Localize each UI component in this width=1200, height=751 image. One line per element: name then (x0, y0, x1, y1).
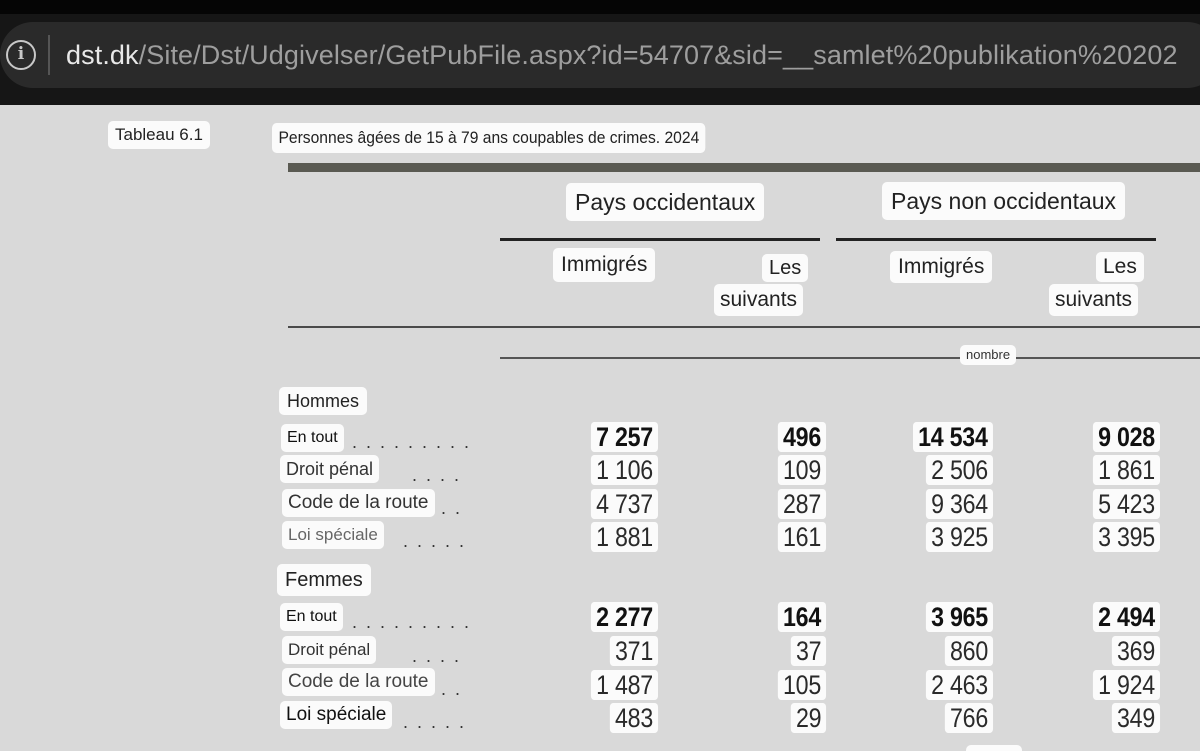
value-cell: 2 277 (590, 602, 658, 632)
value-cell: 369 (1111, 636, 1160, 666)
value-cell: 860 (944, 636, 993, 666)
leader-dots: . . (441, 679, 463, 699)
leader-dots: . . . . . . . . . (352, 612, 472, 632)
value-cell: 3 925 (925, 522, 993, 552)
subheader-les-western: Les (762, 254, 809, 282)
header-thick-rule (288, 163, 1200, 172)
value-cell: 349 (1111, 703, 1160, 733)
value-cell: 483 (609, 703, 658, 733)
subheader-immigrants-non-western: Immigrés (890, 251, 993, 283)
value-cell: 9 028 (1092, 422, 1160, 452)
cropped-label-fragment (966, 745, 1022, 751)
value-cell: 2 494 (1092, 602, 1160, 632)
row-label: Code de la route (282, 668, 435, 696)
value-cell: 1 881 (590, 522, 658, 552)
value-cell: 14 534 (913, 422, 993, 452)
row-label: Code de la route (282, 489, 435, 517)
value-cell: 3 395 (1092, 522, 1160, 552)
browser-toolbar: i dst.dk/Site/Dst/Udgivelser/GetPubFile.… (0, 0, 1200, 105)
value-cell: 105 (777, 670, 826, 700)
value-cell: 1 861 (1092, 455, 1160, 485)
value-cell: 164 (777, 602, 826, 632)
row-label: Droit pénal (280, 455, 380, 483)
leader-dots: . . . . . (403, 531, 467, 551)
row-label: Loi spéciale (282, 521, 384, 549)
value-cell: 3 965 (925, 602, 993, 632)
leader-dots: . . . . . (403, 712, 467, 732)
value-cell: 1 487 (590, 670, 658, 700)
group-header-non-western: Pays non occidentaux (882, 182, 1126, 220)
value-cell: 287 (777, 489, 826, 519)
value-cell: 2 506 (925, 455, 993, 485)
value-cell: 1 924 (1092, 670, 1160, 700)
url-host: dst.dk (66, 40, 139, 70)
leader-dots: . . . . (412, 646, 462, 666)
value-cell: 37 (790, 636, 826, 666)
url-path: /Site/Dst/Udgivelser/GetPubFile.aspx?id=… (138, 40, 1178, 70)
value-cell: 371 (609, 636, 658, 666)
row-label: Droit pénal (282, 636, 377, 664)
subheader-les-non-western: Les (1096, 252, 1144, 282)
group-header-western: Pays occidentaux (566, 183, 765, 221)
value-cell: 4 737 (590, 489, 658, 519)
table-title: Personnes âgées de 15 à 79 ans coupables… (272, 123, 706, 153)
group-rule-non-western (836, 238, 1156, 241)
value-cell: 7 257 (590, 422, 658, 452)
row-label: Loi spéciale (280, 701, 393, 729)
subheader-suivants-western: suivants (714, 284, 804, 316)
row-label: En tout (281, 424, 344, 452)
address-bar-divider (48, 35, 50, 75)
subheader-immigrants-western: Immigrés (553, 248, 656, 282)
row-label: En tout (280, 603, 343, 631)
subheader-rule (288, 326, 1200, 328)
value-cell: 29 (790, 703, 826, 733)
leader-dots: . . (441, 498, 463, 518)
value-cell: 109 (777, 455, 826, 485)
subheader-suivants-non-western: suivants (1049, 284, 1139, 316)
value-cell: 9 364 (925, 489, 993, 519)
value-cell: 2 463 (925, 670, 993, 700)
site-info-icon[interactable]: i (6, 40, 36, 70)
url-text[interactable]: dst.dk/Site/Dst/Udgivelser/GetPubFile.as… (66, 36, 1178, 74)
table-label: Tableau 6.1 (108, 121, 210, 149)
value-cell: 161 (777, 522, 826, 552)
unit-label: nombre (960, 345, 1017, 365)
section-header-women: Femmes (277, 564, 371, 596)
unit-rule (500, 357, 1200, 359)
leader-dots: . . . . (412, 465, 462, 485)
value-cell: 766 (944, 703, 993, 733)
group-rule-western (500, 238, 820, 241)
value-cell: 496 (777, 422, 826, 452)
value-cell: 1 106 (590, 455, 658, 485)
value-cell: 5 423 (1092, 489, 1160, 519)
leader-dots: . . . . . . . . . (352, 432, 472, 452)
section-header-men: Hommes (279, 387, 368, 415)
